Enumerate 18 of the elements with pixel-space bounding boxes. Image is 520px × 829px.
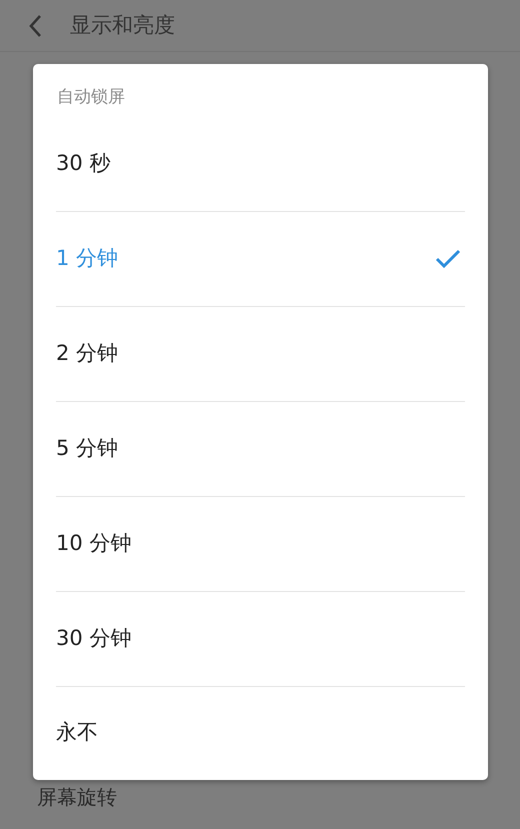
option-label: 永不 xyxy=(56,719,98,746)
back-icon[interactable] xyxy=(28,14,42,38)
option-row[interactable]: 30 分钟 xyxy=(56,592,465,687)
option-row[interactable]: 2 分钟 xyxy=(56,307,465,402)
option-label: 1 分钟 xyxy=(56,245,118,272)
option-label: 30 分钟 xyxy=(56,625,132,652)
check-icon xyxy=(435,249,461,269)
option-label: 2 分钟 xyxy=(56,340,118,368)
option-label: 10 分钟 xyxy=(56,530,132,558)
option-row[interactable]: 5 分钟 xyxy=(56,402,465,497)
setting-label: 屏幕旋转 xyxy=(37,785,117,809)
option-row[interactable]: 10 分钟 xyxy=(56,497,465,592)
dialog-title: 自动锁屏 xyxy=(56,86,126,109)
page-title: 显示和亮度 xyxy=(70,12,175,39)
option-label: 5 分钟 xyxy=(56,435,118,462)
option-label: 30 秒 xyxy=(56,150,110,178)
option-row[interactable]: 永不 xyxy=(56,687,465,779)
option-row[interactable]: 30 秒 xyxy=(56,117,465,212)
